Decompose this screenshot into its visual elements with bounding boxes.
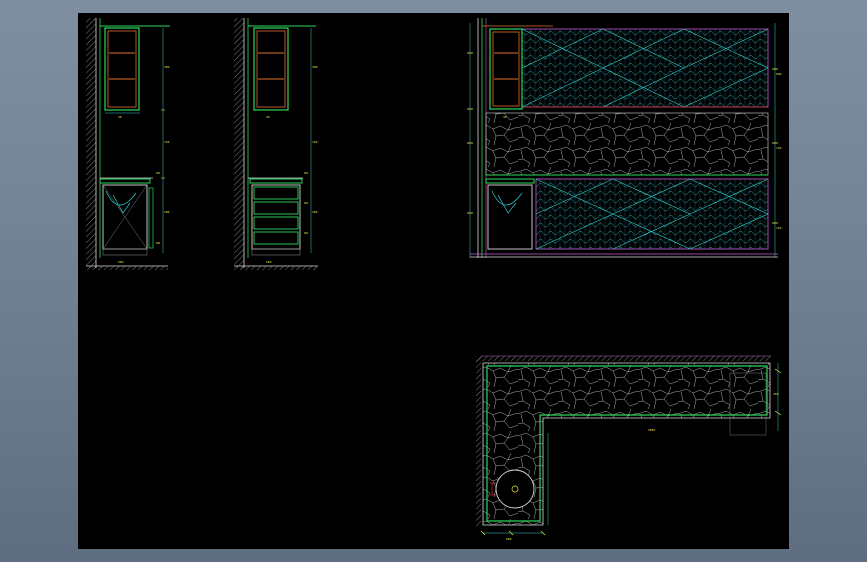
countertop-plan-view: 2050 600 450 [476,355,782,541]
dim-label: 720 [164,140,170,144]
dim-label: 560 [266,260,272,264]
dim-label: 300 [164,65,170,69]
dim-label: 2050 [648,428,655,432]
floor-hatch [234,266,318,270]
sink-bowl [495,469,535,509]
dim-label: 450 [773,392,779,396]
dim-label: 180 [164,210,170,214]
dim-label: 30 [503,115,507,119]
wall-hatch [234,18,244,268]
cad-drawing: 300 720 180 560 30 300 720 180 560 30 60… [86,18,782,541]
dim-label: 300 [312,65,318,69]
dim-label: 720 [776,226,782,230]
wall-hatch-left [476,356,481,526]
dim-label: 180 [312,210,318,214]
dim-label: 600 [506,537,512,541]
wall-hatch-top [476,356,771,361]
cad-drawing-area[interactable]: 300 720 180 560 30 300 720 180 560 30 60… [78,13,789,549]
stone-band [485,112,769,176]
dim-label: 30 [266,115,270,119]
cabinet-section-a-view: 300 720 180 560 30 [86,18,170,270]
dim-label: 560 [118,260,124,264]
wall-hatch [86,18,96,268]
dim-label: 720 [312,140,318,144]
floor-hatch [86,266,168,270]
dim-label: 740 [776,146,782,150]
dim-label: 30 [118,115,122,119]
wall-elevation-view: 600 740 720 30 [467,18,782,258]
cabinet-section-b-view: 300 720 180 560 30 [234,18,318,270]
dim-label: 600 [776,72,782,76]
wall-tile-lower [535,178,769,250]
wall-tile-upper [521,28,769,108]
